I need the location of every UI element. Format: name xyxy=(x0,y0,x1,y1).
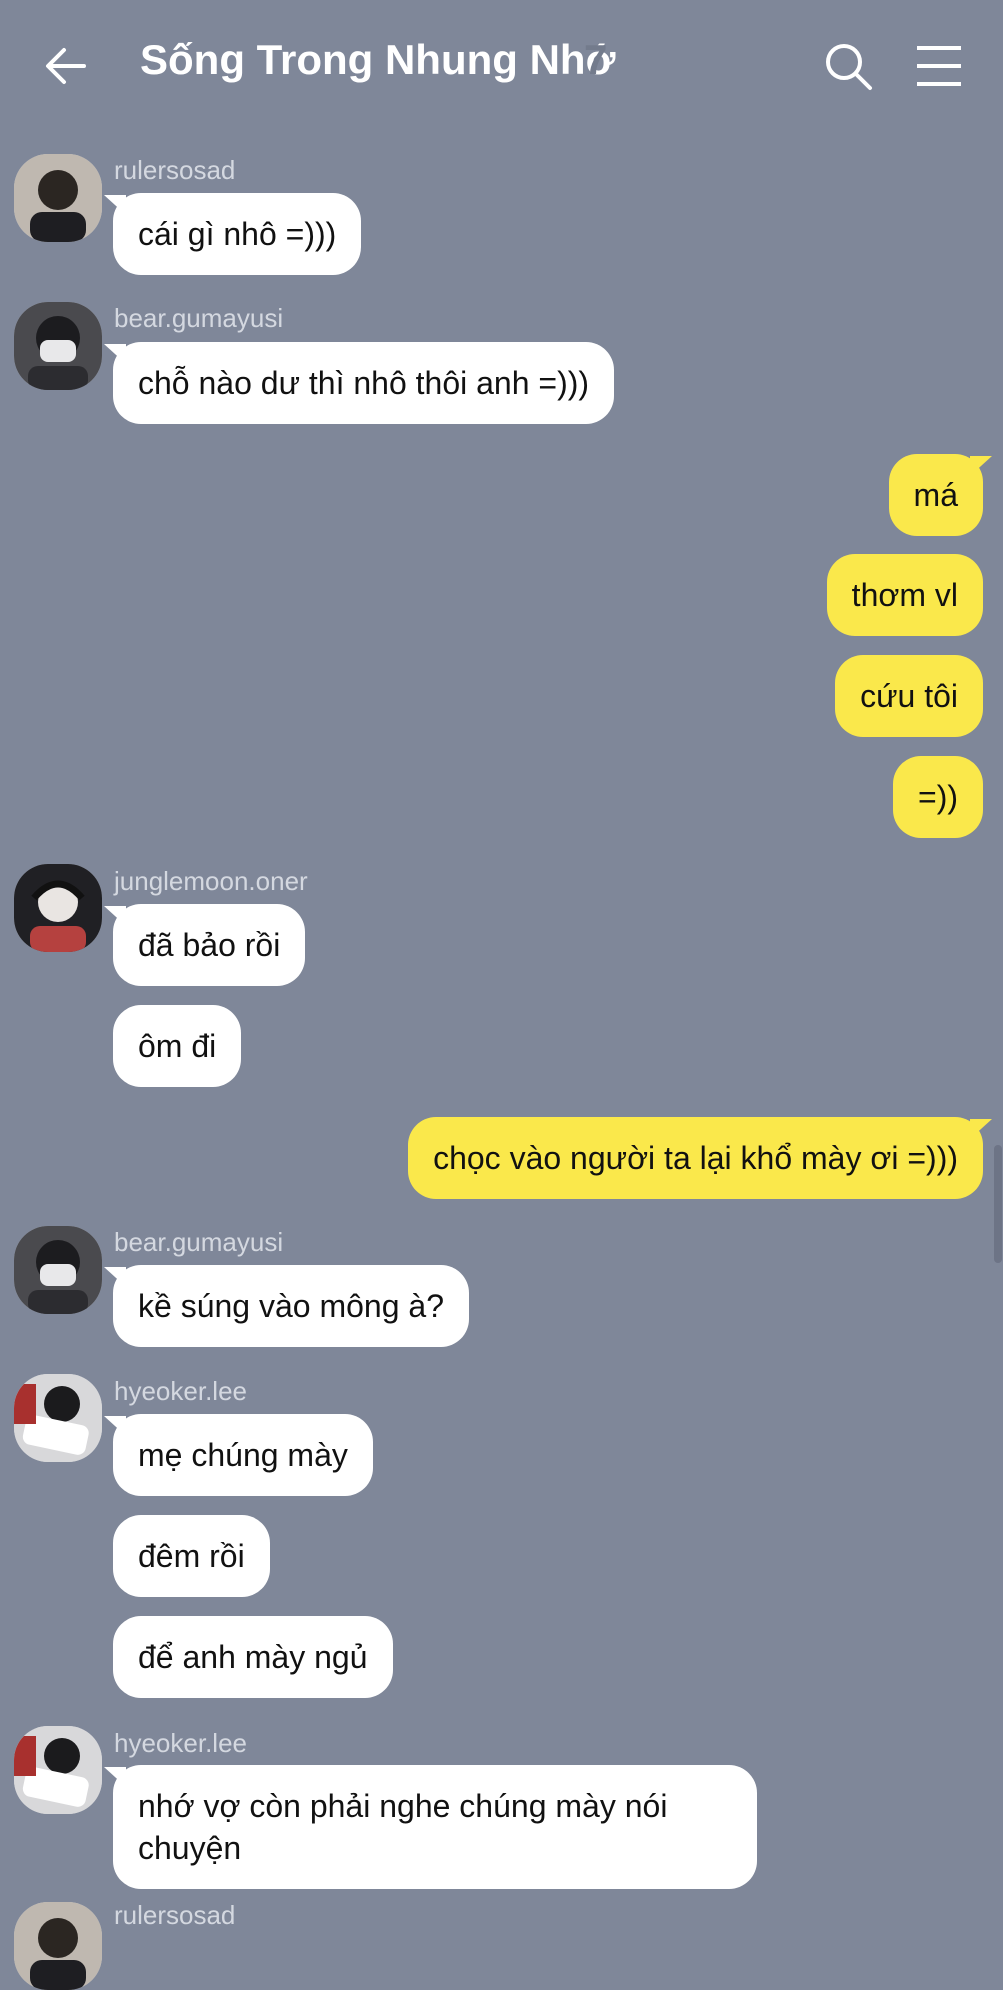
sender-name: rulersosad xyxy=(114,1900,236,1930)
message-bubble[interactable]: kề súng vào mông à? xyxy=(113,1265,469,1347)
avatar[interactable] xyxy=(14,1226,102,1314)
message-bubble[interactable]: chỗ nào dư thì nhô thôi anh =))) xyxy=(113,342,615,424)
message-bubble[interactable]: đã bảo rồi xyxy=(113,904,306,986)
avatar[interactable] xyxy=(14,154,102,242)
arrow-left-icon[interactable] xyxy=(44,44,88,88)
message-bubble-outgoing[interactable]: =)) xyxy=(893,756,983,838)
sender-name: rulersosad xyxy=(114,155,236,185)
message-bubble[interactable]: để anh mày ngủ xyxy=(113,1616,393,1698)
avatar[interactable] xyxy=(14,1374,102,1462)
message-bubble-outgoing[interactable]: thơm vl xyxy=(826,554,983,636)
message-bubble-outgoing[interactable]: cứu tôi xyxy=(835,655,983,737)
avatar[interactable] xyxy=(14,1726,102,1814)
sender-name: junglemoon.oner xyxy=(114,866,308,896)
avatar[interactable] xyxy=(14,864,102,952)
sender-name: hyeoker.lee xyxy=(114,1376,247,1406)
message-bubble[interactable]: đêm rồi xyxy=(113,1515,270,1597)
message-bubble[interactable]: ôm đi xyxy=(113,1005,242,1087)
message-bubble[interactable]: nhớ vợ còn phải nghe chúng mày nói chuyệ… xyxy=(113,1765,757,1889)
message-bubble[interactable]: cái gì nhô =))) xyxy=(113,193,362,275)
avatar[interactable] xyxy=(14,302,102,390)
chat-title: Sống Trong Nhung Nhớ xyxy=(140,36,616,83)
chat-header: Sống Trong Nhung Nhớ 7 xyxy=(0,0,1003,130)
member-count: 7 xyxy=(584,36,608,83)
sender-name: hyeoker.lee xyxy=(114,1728,247,1758)
avatar[interactable] xyxy=(14,1902,102,1990)
sender-name: bear.gumayusi xyxy=(114,303,284,333)
hamburger-menu-icon[interactable] xyxy=(915,44,963,88)
message-bubble[interactable]: mẹ chúng mày xyxy=(113,1414,373,1496)
scrollbar[interactable] xyxy=(994,1145,1002,1263)
sender-name: bear.gumayusi xyxy=(114,1227,284,1257)
search-icon[interactable] xyxy=(822,40,874,92)
message-bubble-outgoing[interactable]: má xyxy=(888,454,983,536)
message-bubble-outgoing[interactable]: chọc vào người ta lại khổ mày ơi =))) xyxy=(408,1117,983,1199)
